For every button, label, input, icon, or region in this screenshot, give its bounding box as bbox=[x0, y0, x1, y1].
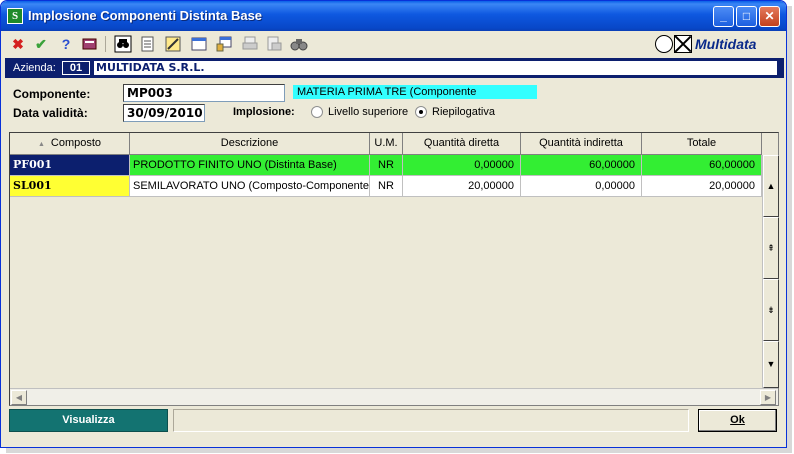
azienda-name: MULTIDATA S.R.L. bbox=[94, 61, 777, 75]
window-shadow-right bbox=[787, 6, 792, 452]
print-icon[interactable] bbox=[241, 35, 259, 53]
column-header-um[interactable]: U.M. bbox=[370, 133, 403, 155]
binoculars-icon[interactable] bbox=[114, 35, 132, 53]
column-header-quantita-diretta[interactable]: Quantità diretta bbox=[403, 133, 521, 155]
search-icon[interactable] bbox=[290, 35, 308, 53]
cell-quantita-indiretta[interactable]: 60,00000 bbox=[521, 155, 642, 176]
data-validita-input[interactable]: 30/09/2010 bbox=[123, 104, 205, 122]
scroll-right-icon[interactable]: ▶ bbox=[760, 390, 776, 405]
data-validita-label: Data validità: bbox=[13, 106, 88, 120]
column-header-descrizione[interactable]: Descrizione bbox=[130, 133, 370, 155]
scroll-down-button[interactable]: ▼ bbox=[763, 341, 779, 388]
title-bar[interactable]: S Implosione Componenti Distinta Base _ … bbox=[1, 1, 786, 31]
logo-text: Multidata bbox=[695, 36, 757, 52]
sort-asc-icon: ▲ bbox=[37, 141, 45, 148]
radio-livello-label: Livello superiore bbox=[328, 106, 409, 118]
radio-riepilogativa[interactable]: Riepilogativa bbox=[415, 106, 495, 118]
window-title: Implosione Componenti Distinta Base bbox=[28, 8, 263, 23]
azienda-bar: Azienda: 01 MULTIDATA S.R.L. bbox=[5, 58, 784, 78]
book-icon[interactable] bbox=[81, 35, 99, 53]
ok-button[interactable]: Ok bbox=[698, 409, 777, 432]
componente-label: Componente: bbox=[13, 87, 91, 101]
components-grid[interactable]: ▲ Composto Descrizione U.M. Quantità dire… bbox=[9, 132, 779, 406]
page-icon[interactable] bbox=[139, 35, 157, 53]
toolbar-separator bbox=[105, 36, 106, 52]
cell-descrizione[interactable]: PRODOTTO FINITO UNO (Distinta Base) bbox=[130, 155, 370, 176]
componente-description: MATERIA PRIMA TRE (Componente bbox=[293, 85, 537, 99]
status-field bbox=[173, 409, 689, 432]
cancel-icon[interactable]: ✖ bbox=[9, 35, 27, 53]
confirm-icon[interactable]: ✔ bbox=[32, 35, 50, 53]
column-header-composto[interactable]: ▲ Composto bbox=[10, 133, 130, 155]
cell-totale[interactable]: 60,00000 bbox=[642, 155, 762, 176]
cell-um[interactable]: NR bbox=[370, 155, 403, 176]
radio-riepilogativa-icon[interactable] bbox=[415, 106, 427, 118]
scroll-up-button[interactable]: ▲ bbox=[763, 155, 779, 217]
scroll-page-up-button[interactable]: ⇞ bbox=[763, 217, 779, 279]
cell-quantita-diretta[interactable]: 0,00000 bbox=[403, 155, 521, 176]
radio-livello-superiore[interactable]: Livello superiore bbox=[311, 106, 408, 118]
column-header-label: Composto bbox=[50, 137, 102, 149]
radio-livello-icon[interactable] bbox=[311, 106, 323, 118]
grid-header: ▲ Composto Descrizione U.M. Quantità dire… bbox=[10, 133, 762, 155]
radio-riepilogativa-label: Riepilogativa bbox=[432, 106, 495, 118]
azienda-code: 01 bbox=[62, 61, 90, 75]
componente-input[interactable]: MP003 bbox=[123, 84, 285, 102]
window-shadow-bottom bbox=[6, 448, 792, 453]
main-window: S Implosione Componenti Distinta Base _ … bbox=[0, 0, 787, 448]
minimize-button[interactable]: _ bbox=[713, 6, 734, 27]
cell-composto[interactable]: SL001 bbox=[10, 176, 130, 197]
app-icon: S bbox=[7, 8, 23, 24]
cell-descrizione[interactable]: SEMILAVORATO UNO (Composto-Componente) bbox=[130, 176, 370, 197]
horizontal-scrollbar[interactable]: ◀ ▶ bbox=[10, 388, 778, 405]
multidata-logo: Multidata bbox=[655, 33, 778, 55]
implosione-label: Implosione: bbox=[233, 106, 295, 118]
logo-circle-icon bbox=[655, 35, 673, 53]
cell-quantita-indiretta[interactable]: 0,00000 bbox=[521, 176, 642, 197]
cell-composto[interactable]: PF001 bbox=[10, 155, 130, 176]
window-icon[interactable] bbox=[190, 35, 208, 53]
help-icon[interactable]: ? bbox=[57, 35, 75, 53]
visualizza-button[interactable]: Visualizza bbox=[9, 409, 168, 432]
table-row[interactable]: SL001 SEMILAVORATO UNO (Composto-Compone… bbox=[10, 176, 762, 197]
azienda-label: Azienda: bbox=[13, 62, 56, 74]
close-button[interactable]: ✕ bbox=[759, 6, 780, 27]
table-row[interactable]: PF001 PRODOTTO FINITO UNO (Distinta Base… bbox=[10, 155, 762, 176]
maximize-button[interactable]: □ bbox=[736, 6, 757, 27]
scroll-page-down-button[interactable]: ⇟ bbox=[763, 279, 779, 341]
lock-window-icon[interactable] bbox=[215, 35, 233, 53]
cell-quantita-diretta[interactable]: 20,00000 bbox=[403, 176, 521, 197]
cell-um[interactable]: NR bbox=[370, 176, 403, 197]
print-preview-icon[interactable] bbox=[265, 35, 283, 53]
column-header-totale[interactable]: Totale bbox=[642, 133, 762, 155]
scroll-left-icon[interactable]: ◀ bbox=[11, 390, 27, 405]
logo-cross-box-icon bbox=[674, 35, 692, 53]
toolbar: ✖ ✔ ? Multidata bbox=[1, 31, 786, 57]
vertical-scrollbar[interactable]: ▲ ⇞ ⇟ ▼ bbox=[762, 155, 779, 388]
cell-totale[interactable]: 20,00000 bbox=[642, 176, 762, 197]
column-header-quantita-indiretta[interactable]: Quantità indiretta bbox=[521, 133, 642, 155]
edit-icon[interactable] bbox=[164, 35, 182, 53]
